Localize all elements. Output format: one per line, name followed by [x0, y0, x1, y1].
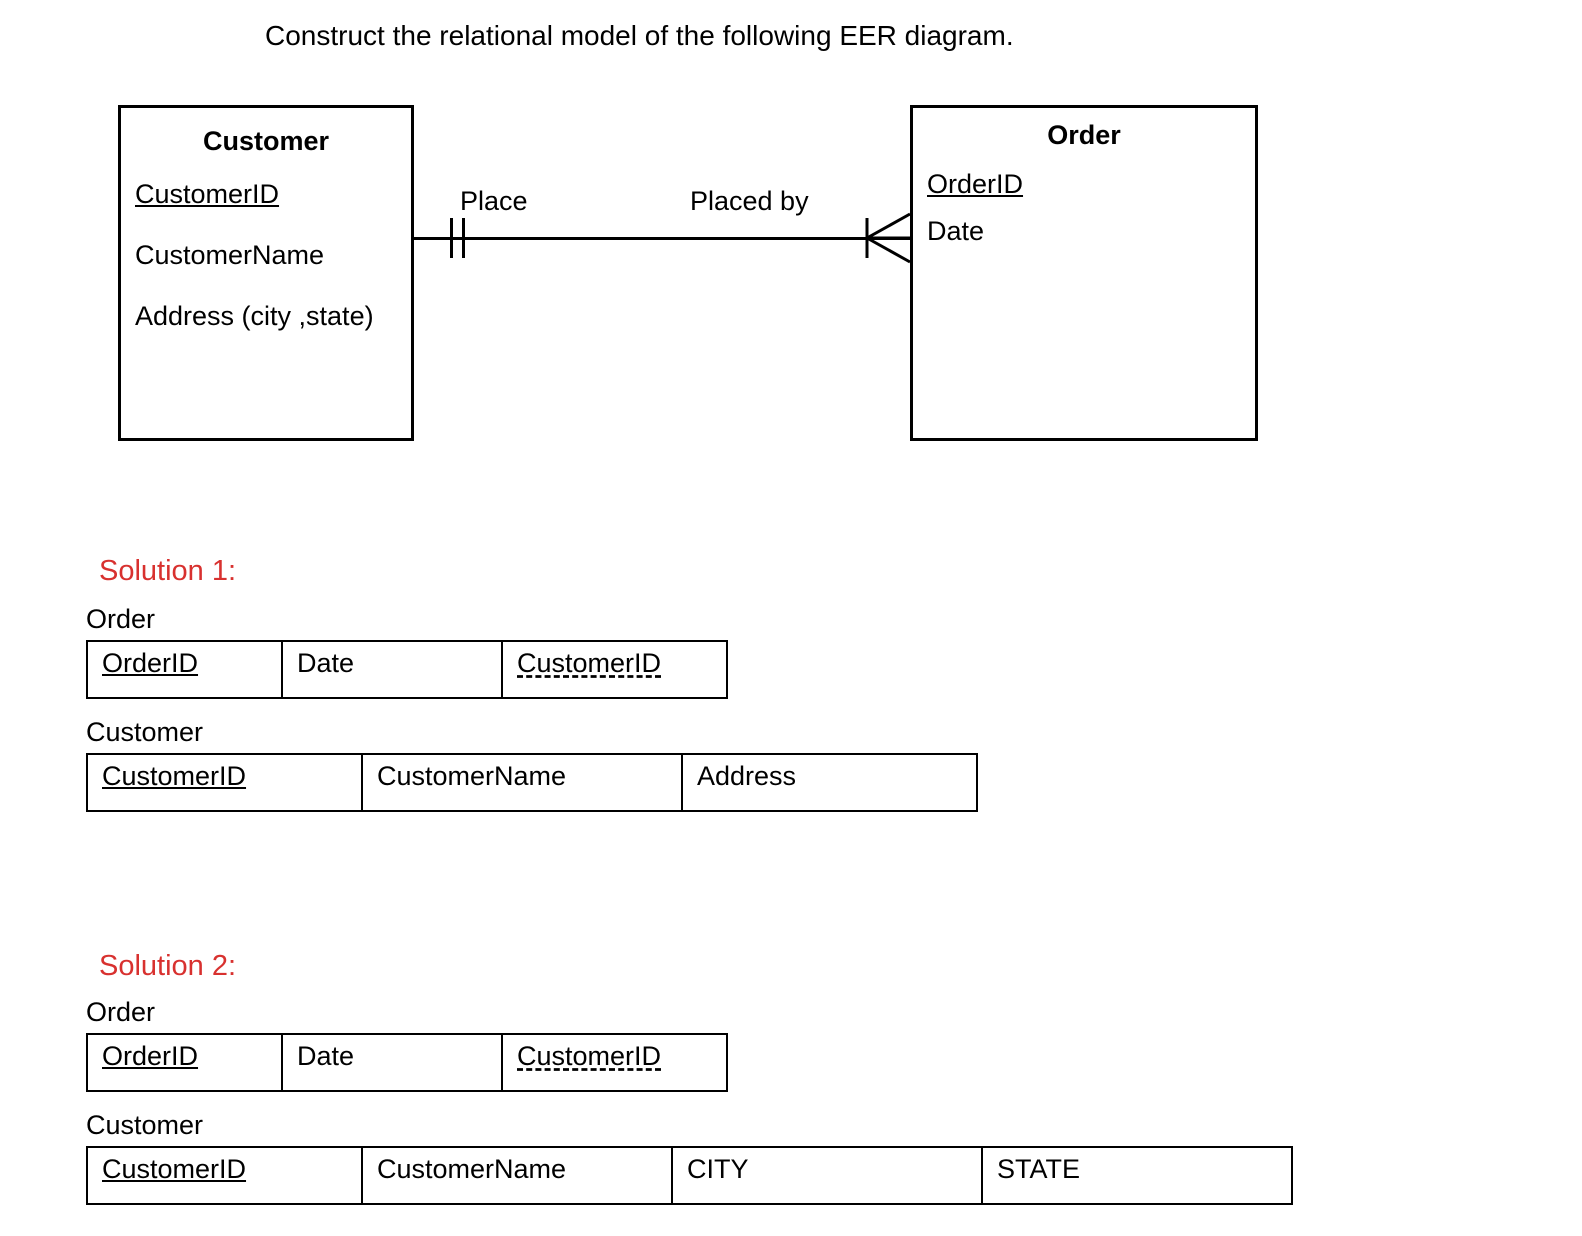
relationship-line — [411, 237, 910, 240]
entity-customer-attr-0: CustomerID — [121, 175, 411, 218]
solution-2-order-name: Order — [86, 997, 155, 1028]
col-date: Date — [282, 1034, 502, 1091]
solution-2-customer-table: CustomerID CustomerName CITY STATE — [86, 1146, 1293, 1205]
col-orderid: OrderID — [87, 641, 282, 698]
solution-1-heading: Solution 1: — [99, 555, 236, 588]
solution-1-customer-name: Customer — [86, 717, 203, 748]
solution-1-order-table: OrderID Date CustomerID — [86, 640, 728, 699]
table-row: OrderID Date CustomerID — [87, 1034, 727, 1091]
col-customername: CustomerName — [362, 1147, 672, 1204]
entity-customer-attr-1: CustomerName — [121, 218, 411, 279]
entity-customer-attr-2: Address (city ,state) — [121, 279, 411, 340]
entity-order-attr-0: OrderID — [913, 165, 1255, 208]
entity-customer: Customer CustomerID CustomerName Address… — [118, 105, 414, 441]
cardinality-one-tick-2 — [462, 218, 465, 258]
col-state: STATE — [982, 1147, 1292, 1204]
relationship-label-right: Placed by — [690, 186, 809, 217]
solution-2-customer-name: Customer — [86, 1110, 203, 1141]
relationship-label-left: Place — [460, 186, 528, 217]
cardinality-many-icon — [855, 208, 915, 268]
col-city: CITY — [672, 1147, 982, 1204]
table-row: CustomerID CustomerName Address — [87, 754, 977, 811]
col-customerid: CustomerID — [502, 1034, 727, 1091]
col-customerid: CustomerID — [87, 754, 362, 811]
col-customerid: CustomerID — [87, 1147, 362, 1204]
col-customerid: CustomerID — [502, 641, 727, 698]
table-row: CustomerID CustomerName CITY STATE — [87, 1147, 1292, 1204]
solution-1-customer-table: CustomerID CustomerName Address — [86, 753, 978, 812]
col-date: Date — [282, 641, 502, 698]
entity-customer-title: Customer — [121, 108, 411, 175]
solution-1-order-name: Order — [86, 604, 155, 635]
page-heading: Construct the relational model of the fo… — [265, 20, 1014, 52]
col-address: Address — [682, 754, 977, 811]
col-customername: CustomerName — [362, 754, 682, 811]
solution-2-heading: Solution 2: — [99, 950, 236, 983]
entity-order-attr-1: Date — [913, 208, 1255, 255]
solution-2-order-table: OrderID Date CustomerID — [86, 1033, 728, 1092]
entity-order-title: Order — [913, 108, 1255, 165]
col-orderid: OrderID — [87, 1034, 282, 1091]
table-row: OrderID Date CustomerID — [87, 641, 727, 698]
entity-order: Order OrderID Date — [910, 105, 1258, 441]
cardinality-one-tick-1 — [450, 218, 453, 258]
